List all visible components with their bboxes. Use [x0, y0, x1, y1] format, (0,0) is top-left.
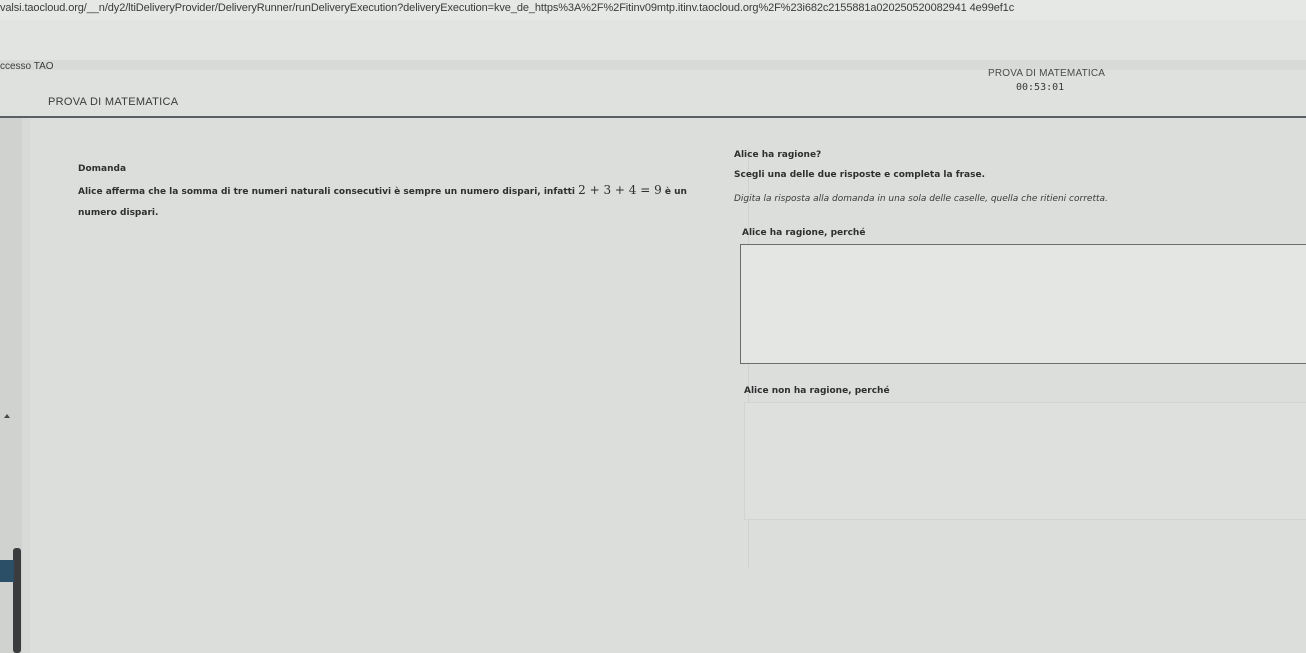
answer-question: Alice ha ragione? [734, 150, 822, 160]
option2-label: Alice non ha ragione, perché [744, 386, 890, 396]
question-text-part2: è un [664, 187, 687, 197]
question-label: Domanda [78, 164, 127, 174]
question-panel: Domanda Alice afferma che la somma di tr… [78, 148, 749, 568]
url-text[interactable]: valsi.taocloud.org/__n/dy2/ltiDeliveryPr… [0, 2, 1300, 14]
test-title: PROVA DI MATEMATICA [48, 96, 179, 108]
question-text: Alice afferma che la somma di tre numeri… [78, 180, 718, 224]
math-formula: 2 + 3 + 4 = 9 [578, 183, 662, 197]
option2-textarea[interactable] [744, 402, 1306, 520]
test-header: PROVA DI MATEMATICA PROVA DI MATEMATICA … [0, 68, 1306, 118]
address-bar[interactable]: valsi.taocloud.org/__n/dy2/ltiDeliveryPr… [0, 0, 1306, 21]
rail-scrollbar[interactable] [13, 548, 21, 653]
answer-panel: Alice ha ragione? Scegli una delle due r… [730, 140, 1306, 560]
option1-label: Alice ha ragione, perché [742, 228, 866, 238]
answer-hint: Digita la risposta alla domanda in una s… [734, 194, 1108, 204]
item-content: Domanda Alice afferma che la somma di tr… [30, 118, 1306, 653]
question-text-part1: Alice afferma che la somma di tre numeri… [78, 187, 576, 197]
rail-scroll-thumb[interactable] [0, 560, 14, 582]
countdown-timer: 00:53:01 [1016, 82, 1065, 93]
test-title-timer-label: PROVA DI MATEMATICA [988, 68, 1106, 79]
option1-textarea[interactable] [740, 244, 1306, 364]
answer-instruction: Scegli una delle due risposte e completa… [734, 170, 986, 180]
scroll-up-icon[interactable] [4, 414, 10, 418]
browser-tab-strip [0, 20, 1306, 60]
question-text-part3: numero dispari. [78, 208, 159, 218]
